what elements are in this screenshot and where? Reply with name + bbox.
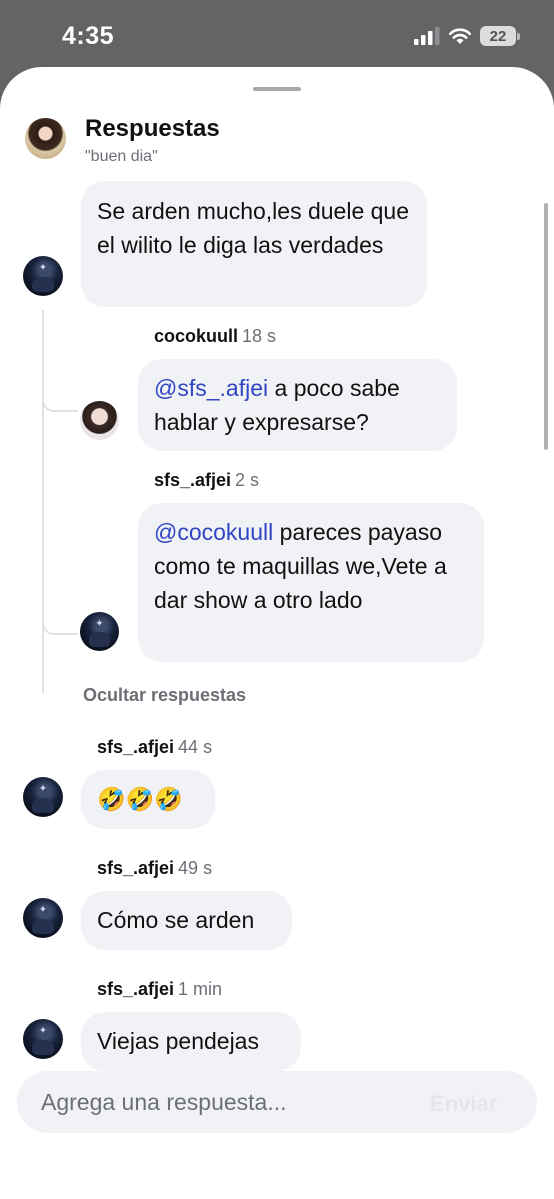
comment-username[interactable]: sfs_.afjei xyxy=(97,979,174,999)
reply-bubble[interactable]: @sfs_.afjei a poco sabe hablar y expresa… xyxy=(138,359,457,451)
comment-bubble[interactable]: Cómo se arden xyxy=(81,891,292,950)
comment-text: Viejas pendejas xyxy=(97,1028,259,1054)
comment-timestamp: 44 s xyxy=(178,737,213,757)
comment-text: 🤣🤣🤣 xyxy=(97,787,183,813)
thread-branch xyxy=(42,392,78,412)
reply-timestamp: 2 s xyxy=(235,470,260,490)
status-time: 4:35 xyxy=(62,22,115,50)
comment-bubble[interactable]: 🤣🤣🤣 xyxy=(81,770,215,829)
hide-replies-button[interactable]: Ocultar respuestas xyxy=(83,685,246,706)
post-author-avatar[interactable] xyxy=(25,118,66,159)
commenter-avatar[interactable]: ✦ xyxy=(23,898,63,938)
reply-mention[interactable]: @cocokuull xyxy=(154,519,273,545)
commenter-avatar[interactable]: ✦ xyxy=(23,1019,63,1059)
battery-level: 22 xyxy=(489,27,507,45)
root-comment-bubble[interactable]: Se arden mucho,les duele que el wilito l… xyxy=(81,181,427,307)
comment-username[interactable]: sfs_.afjei xyxy=(97,858,174,878)
comment-username[interactable]: sfs_.afjei xyxy=(97,737,174,757)
page-title: Respuestas xyxy=(85,115,220,142)
replies-sheet: Respuestas "buen dia" ✦ Se arden mucho,l… xyxy=(0,67,554,1199)
comment-timestamp: 49 s xyxy=(178,858,213,878)
reply-bubble[interactable]: @cocokuull pareces payaso como te maquil… xyxy=(138,503,484,662)
reply-avatar[interactable]: ✦ xyxy=(80,612,119,651)
reply-meta: sfs_.afjei 2 s xyxy=(154,470,259,491)
post-caption: "buen dia" xyxy=(85,148,158,165)
reply-username[interactable]: sfs_.afjei xyxy=(154,470,231,490)
comment-timestamp: 1 min xyxy=(178,979,223,999)
reply-timestamp: 18 s xyxy=(242,326,277,346)
reply-mention[interactable]: @sfs_.afjei xyxy=(154,375,268,401)
root-comment-text: Se arden mucho,les duele que el wilito l… xyxy=(97,198,409,258)
status-icons: 22 xyxy=(414,24,520,48)
scrollbar[interactable] xyxy=(544,203,548,450)
reply-meta: cocokuull 18 s xyxy=(154,326,276,347)
sheet-drag-handle[interactable] xyxy=(253,87,301,91)
wifi-icon xyxy=(448,28,472,44)
status-bar: 4:35 22 xyxy=(0,0,554,70)
comment-meta: sfs_.afjei 44 s xyxy=(97,737,212,758)
thread-line xyxy=(42,310,44,693)
cellular-signal-icon xyxy=(414,27,440,45)
comment-text: Cómo se arden xyxy=(97,907,255,933)
reply-username[interactable]: cocokuull xyxy=(154,326,238,346)
commenter-avatar[interactable]: ✦ xyxy=(23,777,63,817)
comment-meta: sfs_.afjei 1 min xyxy=(97,979,222,1000)
comment-meta: sfs_.afjei 49 s xyxy=(97,858,212,879)
commenter-avatar[interactable]: ✦ xyxy=(23,256,63,296)
thread-branch xyxy=(42,615,78,635)
battery-icon: 22 xyxy=(480,26,520,46)
reply-avatar[interactable] xyxy=(80,401,119,440)
send-button[interactable]: Enviar xyxy=(430,1091,497,1117)
comment-bubble[interactable]: Viejas pendejas xyxy=(81,1012,301,1071)
